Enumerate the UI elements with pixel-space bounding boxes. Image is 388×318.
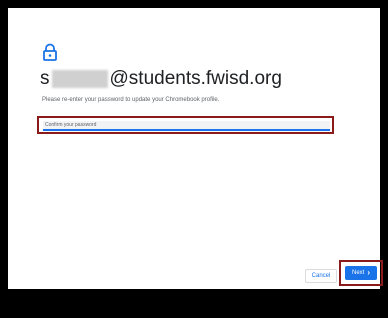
chevron-right-icon: ›: [367, 268, 370, 277]
lock-icon: [43, 43, 57, 61]
email-redaction: [51, 70, 108, 88]
email-initial: s: [40, 68, 50, 89]
password-field-highlight: [37, 116, 334, 134]
password-dialog: s @students.fwisd.org Please re-enter yo…: [8, 8, 380, 289]
screenshot-frame: s @students.fwisd.org Please re-enter yo…: [6, 6, 383, 312]
cancel-button[interactable]: Cancel: [305, 269, 337, 283]
next-button-label: Next: [351, 270, 365, 276]
next-button-highlight: Next ›: [339, 260, 383, 286]
instruction-text: Please re-enter your password to update …: [42, 97, 220, 103]
account-email: s @students.fwisd.org: [40, 68, 282, 90]
email-domain: @students.fwisd.org: [109, 68, 282, 89]
password-field[interactable]: [43, 121, 330, 131]
next-button[interactable]: Next ›: [345, 266, 377, 280]
